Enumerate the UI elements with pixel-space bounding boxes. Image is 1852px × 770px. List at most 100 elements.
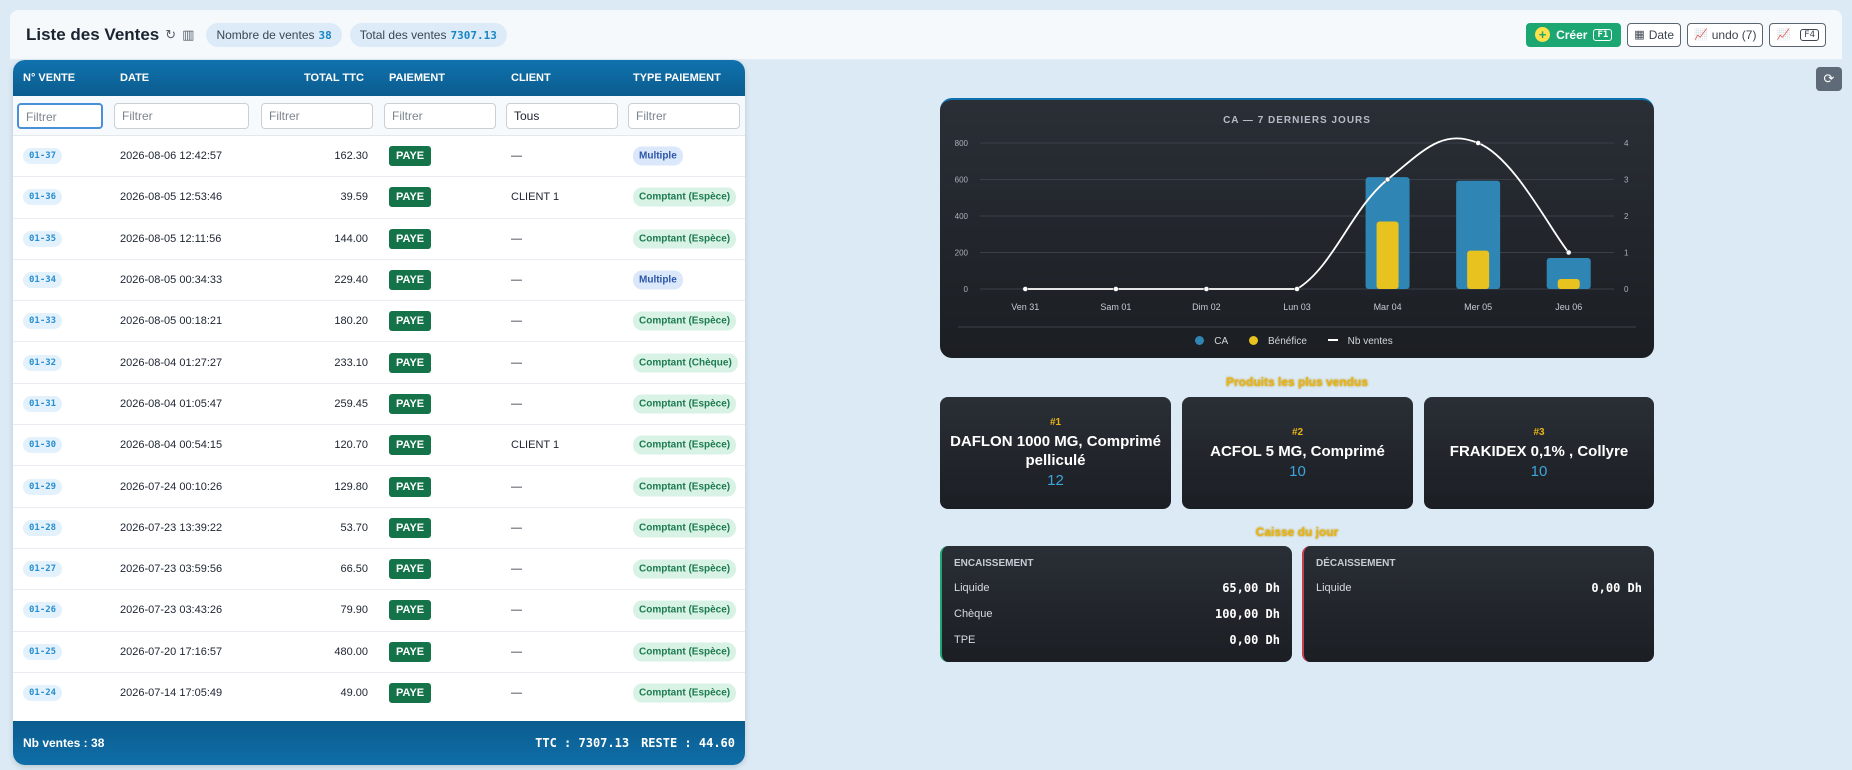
swap-view-button[interactable]: ⟳ — [1816, 67, 1842, 91]
sale-client: — — [511, 521, 522, 534]
table-row[interactable]: 01-27 2026-07-23 03:59:56 66.50 PAYE — Compta… — [13, 549, 745, 591]
chart-toggle-button[interactable]: 📈 F4 — [1769, 22, 1826, 47]
payment-type-badge: Comptant (Espèce) — [633, 311, 737, 331]
table-row[interactable]: 01-28 2026-07-23 13:39:22 53.70 PAYE — Compta… — [13, 508, 745, 549]
y2-tick-label: 1 — [1624, 249, 1629, 258]
legend-benefice[interactable]: Bénéfice — [1248, 336, 1313, 347]
product-name: FRAKIDEX 0,1% , Collyre — [1449, 442, 1629, 460]
date-button[interactable]: ▦ Date — [1627, 22, 1682, 47]
table-row[interactable]: 01-37 2026-08-06 12:42:57 162.30 PAYE — Multi… — [13, 136, 745, 178]
y-tick-label: 600 — [955, 176, 969, 185]
payment-status-badge: PAYE — [389, 228, 432, 249]
payment-status-badge: PAYE — [389, 146, 432, 167]
col-header-num[interactable]: N° VENTE — [23, 72, 75, 84]
table-row[interactable]: 01-25 2026-07-20 17:16:57 480.00 PAYE — Compt… — [13, 632, 745, 673]
top-product-card[interactable]: #3 FRAKIDEX 0,1% , Collyre 10 — [1424, 397, 1654, 509]
table-row[interactable]: 01-26 2026-07-23 03:43:26 79.90 PAYE — Compta… — [13, 590, 745, 632]
col-header-client[interactable]: CLIENT — [511, 72, 551, 84]
sale-total: 79.90 — [340, 604, 368, 617]
top-product-card[interactable]: #1 DAFLON 1000 MG, Comprimé pelliculé 12 — [940, 397, 1171, 509]
footer-reste: RESTE : 44.60 — [641, 736, 735, 750]
sale-number-badge[interactable]: 01-37 — [23, 148, 63, 165]
payment-status-badge: PAYE — [389, 641, 432, 662]
top-product-card[interactable]: #2 ACFOL 5 MG, Comprimé 10 — [1182, 397, 1413, 509]
sale-number-badge[interactable]: 01-36 — [23, 189, 63, 206]
cash-line: TPE 0,00 Dh — [954, 633, 1280, 647]
sales-total-badge: Total des ventes 7307.13 — [349, 22, 507, 47]
table-row[interactable]: 01-29 2026-07-24 00:10:26 129.80 PAYE — Compt… — [13, 466, 745, 508]
payment-status-badge: PAYE — [389, 559, 432, 580]
sale-total: 180.20 — [334, 315, 368, 328]
product-qty: 10 — [1530, 462, 1548, 480]
sale-client: — — [511, 274, 522, 287]
sale-number-badge[interactable]: 01-27 — [23, 561, 63, 578]
cash-line: Liquide 0,00 Dh — [1316, 581, 1642, 595]
table-row[interactable]: 01-34 2026-08-05 00:34:33 229.40 PAYE — Multi… — [13, 260, 745, 302]
table-row[interactable]: 01-35 2026-08-05 12:11:56 144.00 PAYE — Compt… — [13, 219, 745, 260]
x-tick-label: Sam 01 — [1100, 302, 1131, 312]
sales-count-badge: Nombre de ventes 38 — [206, 22, 342, 47]
sale-total: 120.70 — [334, 439, 368, 452]
sale-number-badge[interactable]: 01-26 — [23, 602, 63, 619]
sales-table: N° VENTE DATE TOTAL TTC PAIEMENT CLIENT … — [13, 60, 745, 765]
sale-date: 2026-08-04 01:05:47 — [120, 397, 223, 410]
sale-number-badge[interactable]: 01-35 — [23, 230, 63, 247]
col-header-payment[interactable]: PAIEMENT — [389, 72, 445, 84]
payment-status-badge: PAYE — [389, 352, 432, 373]
refresh-icon[interactable]: ↻ — [165, 27, 176, 43]
sale-number-badge[interactable]: 01-28 — [23, 519, 63, 536]
legend-ca[interactable]: CA — [1195, 336, 1234, 347]
sale-number-badge[interactable]: 01-24 — [23, 685, 63, 701]
table-row[interactable]: 01-33 2026-08-05 00:18:21 180.20 PAYE — Compt… — [13, 301, 745, 343]
table-row[interactable]: 01-24 2026-07-14 17:05:49 49.00 PAYE — Compta… — [13, 673, 745, 706]
decaissement-card: DÉCAISSEMENT Liquide 0,00 Dh — [1302, 546, 1654, 662]
sale-date: 2026-08-05 12:53:46 — [120, 191, 223, 204]
sale-date: 2026-07-24 00:10:26 — [120, 480, 223, 493]
filter-date-input[interactable]: Filtrer — [114, 103, 249, 129]
product-rank: #3 — [1533, 426, 1545, 438]
filter-client-select[interactable]: Tous — [506, 103, 618, 129]
sale-total: 144.00 — [334, 232, 368, 245]
product-name: DAFLON 1000 MG, Comprimé pelliculé — [950, 433, 1161, 469]
sale-number-badge[interactable]: 01-25 — [23, 643, 63, 660]
sale-client: — — [511, 563, 522, 576]
footer-ttc: TTC : 7307.13 — [535, 736, 630, 750]
payment-type-badge: Comptant (Chèque) — [633, 353, 738, 373]
filter-num-input[interactable]: Filtrer — [17, 103, 103, 129]
filter-type-input[interactable]: Filtrer — [628, 103, 740, 129]
sale-number-badge[interactable]: 01-30 — [23, 437, 63, 454]
sale-number-badge[interactable]: 01-29 — [23, 478, 63, 495]
encaissement-label: ENCAISSEMENT — [954, 558, 1034, 569]
footer-count: Nb ventes : 38 — [23, 736, 105, 750]
table-row[interactable]: 01-32 2026-08-04 01:27:27 233.10 PAYE — Compt… — [13, 342, 745, 384]
sale-number-badge[interactable]: 01-34 — [23, 272, 63, 289]
calendar-icon: ▦ — [1634, 29, 1645, 41]
sale-number-badge[interactable]: 01-33 — [23, 313, 63, 330]
legend-nb-ventes[interactable]: Nb ventes — [1327, 336, 1399, 347]
payment-type-badge: Comptant (Espèce) — [633, 477, 737, 497]
sale-number-badge[interactable]: 01-32 — [23, 354, 63, 371]
table-row[interactable]: 01-31 2026-08-04 01:05:47 259.45 PAYE — Compt… — [13, 384, 745, 426]
col-header-type[interactable]: TYPE PAIEMENT — [633, 72, 721, 84]
sale-number-badge[interactable]: 01-31 — [23, 395, 63, 412]
table-row[interactable]: 01-36 2026-08-05 12:53:46 39.59 PAYE CLIENT … — [13, 177, 745, 219]
filter-total-input[interactable]: Filtrer — [261, 103, 373, 129]
payment-status-badge: PAYE — [389, 600, 432, 621]
sale-total: 480.00 — [334, 645, 368, 658]
bar-benefice — [1376, 221, 1399, 289]
sale-date: 2026-07-23 03:59:56 — [120, 563, 223, 576]
col-header-total[interactable]: TOTAL TTC — [304, 72, 364, 84]
table-header: N° VENTE DATE TOTAL TTC PAIEMENT CLIENT … — [13, 60, 745, 96]
columns-icon[interactable]: ▥ — [182, 27, 194, 43]
payment-type-badge: Comptant (Espèce) — [633, 683, 737, 703]
x-tick-label: Ven 31 — [1011, 302, 1039, 312]
filter-payment-input[interactable]: Filtrer — [384, 103, 496, 129]
create-button[interactable]: + Créer F1 — [1526, 22, 1622, 47]
undo-button[interactable]: 📈 undo (7) — [1687, 22, 1764, 47]
y-tick-label: 0 — [964, 285, 969, 294]
col-header-date[interactable]: DATE — [120, 72, 149, 84]
payment-status-badge: PAYE — [389, 435, 432, 456]
bar-benefice — [1467, 250, 1490, 289]
y2-tick-label: 4 — [1624, 139, 1629, 148]
table-row[interactable]: 01-30 2026-08-04 00:54:15 120.70 PAYE CLIENT… — [13, 425, 745, 467]
